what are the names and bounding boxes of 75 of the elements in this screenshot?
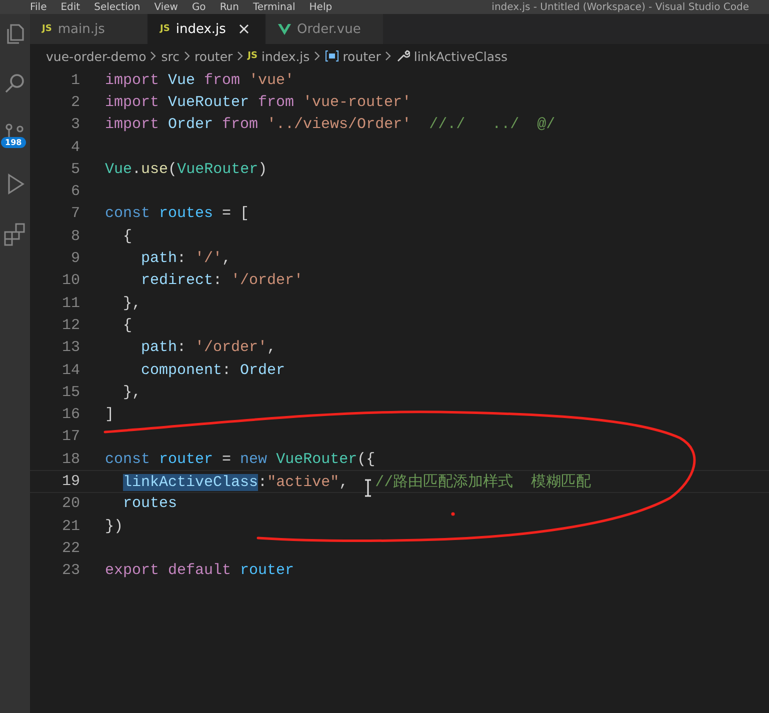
code-line: { xyxy=(122,228,132,245)
code-line: import Order from '../views/Order' //./ ../ @/ xyxy=(104,116,556,134)
code-line: export default router xyxy=(104,562,294,580)
code-line: }, xyxy=(122,294,142,312)
code-line: path: '/order', xyxy=(140,339,276,356)
code-line: ] xyxy=(104,406,114,424)
code-line: const router = new VueRouter({ xyxy=(104,450,376,468)
editor-tab[interactable]: JS main.js xyxy=(30,14,148,44)
menu-item[interactable]: File xyxy=(30,2,47,12)
chevron-icon xyxy=(184,51,190,61)
code-line: linkActiveClass:"active", //路由匹配添加样式 模糊匹配 xyxy=(122,472,592,491)
variable-icon xyxy=(324,50,339,62)
breadcrumb-item[interactable]: router xyxy=(342,48,381,64)
code-line: { xyxy=(122,316,132,334)
chevron-icon xyxy=(236,51,244,61)
line-number: 15 xyxy=(60,384,80,401)
breadcrumb-item[interactable]: router xyxy=(194,48,233,64)
js-file-icon: JS xyxy=(160,24,170,34)
line-number: 6 xyxy=(70,183,80,200)
line-number: 3 xyxy=(70,116,80,134)
code-line: }, xyxy=(122,384,142,401)
code-line: redirect: '/order' xyxy=(140,272,304,290)
line-number: 14 xyxy=(60,362,80,378)
code-line: const routes = [ xyxy=(104,205,250,222)
menu-item[interactable]: Edit xyxy=(60,2,80,12)
line-number: 1 xyxy=(70,72,80,89)
line-number: 17 xyxy=(60,428,80,446)
line-number: 10 xyxy=(60,272,80,290)
close-icon[interactable] xyxy=(239,24,249,34)
line-number: 22 xyxy=(60,540,80,557)
code-line: component: Order xyxy=(140,362,286,378)
line-number: 12 xyxy=(60,316,80,334)
line-number: 4 xyxy=(70,138,80,156)
breadcrumb-item[interactable]: src xyxy=(161,48,180,64)
code-line: import Vue from 'vue' xyxy=(104,72,294,89)
line-number: 19 xyxy=(60,472,80,490)
vue-file-icon xyxy=(278,24,291,34)
line-number: 2 xyxy=(70,94,80,111)
js-file-icon: JS xyxy=(42,24,52,34)
code-line: import VueRouter from 'vue-router' xyxy=(104,94,412,111)
code-line: }) xyxy=(104,518,124,535)
breadcrumb-item[interactable]: index.js xyxy=(262,48,310,64)
line-number: 23 xyxy=(60,562,80,580)
code-line: path: '/', xyxy=(140,250,232,268)
line-number: 5 xyxy=(70,160,80,178)
line-number: 11 xyxy=(60,294,80,312)
menu-item[interactable]: Run xyxy=(220,2,239,12)
line-number: 16 xyxy=(60,406,80,424)
wrench-icon xyxy=(396,49,410,63)
chevron-icon xyxy=(314,51,321,61)
code-line: Vue.use(VueRouter) xyxy=(104,160,268,178)
editor-tab[interactable]: Order.vue xyxy=(266,14,384,44)
extensions-icon[interactable] xyxy=(3,222,27,246)
line-number: 18 xyxy=(60,450,80,468)
menu-item[interactable]: View xyxy=(154,2,178,12)
line-number: 7 xyxy=(70,205,80,222)
editor-tab[interactable]: JS index.js xyxy=(148,14,266,44)
line-number: 13 xyxy=(60,339,80,356)
line-number: 9 xyxy=(70,250,80,268)
js-file-icon: JS xyxy=(248,51,258,61)
window-title: index.js - Untitled (Workspace) - Visual Studio Code xyxy=(492,2,750,12)
chevron-icon xyxy=(150,51,158,61)
menu-item[interactable]: Selection xyxy=(94,2,140,12)
breadcrumb-item[interactable]: linkActiveClass xyxy=(414,48,508,64)
line-number: 20 xyxy=(60,495,80,512)
menu-item[interactable]: Help xyxy=(309,2,332,12)
notification-badge: 198 xyxy=(1,137,26,148)
chevron-icon xyxy=(384,51,392,61)
text-cursor-icon xyxy=(364,479,372,497)
code-line: routes xyxy=(122,495,178,512)
menu-item[interactable]: Terminal xyxy=(253,2,296,12)
line-number: 21 xyxy=(60,518,80,535)
line-number: 8 xyxy=(70,228,80,245)
breadcrumb-item[interactable]: vue-order-demo xyxy=(46,48,146,64)
menu-item[interactable]: Go xyxy=(192,2,206,12)
